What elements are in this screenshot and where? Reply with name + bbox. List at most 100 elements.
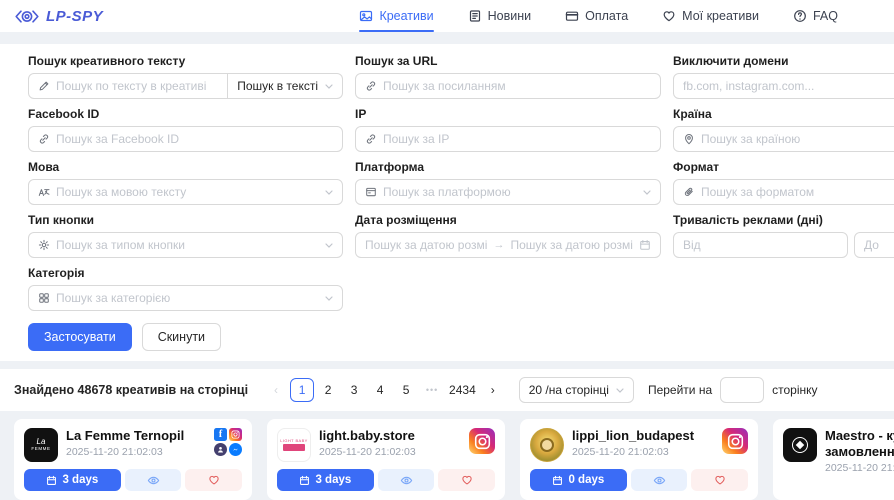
brand-name: LP-SPY (46, 8, 103, 25)
field-label: Країна (673, 107, 894, 121)
eye-icon (147, 474, 160, 487)
filter-country: Країна (673, 107, 894, 152)
days-button[interactable]: 3 days (277, 469, 374, 491)
card-date: 2025-11-20 21:02:03 (825, 462, 894, 474)
filter-language: Мова (28, 160, 343, 205)
avatar (783, 428, 817, 462)
heart-icon (461, 474, 473, 486)
range-arrow-icon: → (494, 239, 505, 251)
duration-from-input[interactable] (683, 238, 838, 252)
field-label: Виключити домени (673, 54, 894, 68)
nav-item-creatives[interactable]: Креативи (359, 0, 433, 32)
heart-icon (208, 474, 220, 486)
filter-creative-text: Пошук креативного тексту Пошук в тексті (28, 54, 343, 99)
pagination: ‹ 1 2 3 4 5 ••• 2434 › (264, 378, 505, 402)
pagination-page-2434[interactable]: 2434 (446, 378, 479, 402)
creative-text-mode-select[interactable]: Пошук в тексті (228, 73, 343, 99)
duration-to-input[interactable] (864, 238, 894, 252)
reset-button[interactable]: Скинути (142, 323, 221, 351)
news-icon (468, 9, 482, 23)
question-circle-icon (793, 9, 807, 23)
button-type-input[interactable] (56, 238, 319, 252)
pagination-page-1[interactable]: 1 (290, 378, 314, 402)
country-input[interactable] (701, 132, 894, 146)
creative-card: lippi_lion_budapest 2025-11-20 21:02:03 … (520, 419, 758, 500)
brand-logo[interactable]: LP-SPY (14, 8, 103, 25)
facebook-id-input[interactable] (56, 132, 333, 146)
chevron-down-icon (325, 243, 333, 248)
nav-label: Креативи (379, 9, 433, 23)
section-divider-band (0, 361, 894, 369)
pagination-page-2[interactable]: 2 (316, 378, 340, 402)
nav-label: Оплата (585, 9, 628, 23)
view-button[interactable] (125, 469, 182, 491)
link-icon (365, 133, 377, 145)
creative-text-control (28, 73, 228, 99)
nav-label: Новини (488, 9, 532, 23)
app-header: LP-SPY Креативи Новини (0, 0, 894, 32)
field-label: Дата розміщення (355, 213, 661, 227)
field-label: Мова (28, 160, 343, 174)
exclude-domains-input[interactable] (683, 79, 894, 93)
card-date: 2025-11-20 21:02:03 (572, 446, 714, 458)
platform-select[interactable] (355, 179, 661, 205)
platform-input[interactable] (383, 185, 637, 199)
url-input[interactable] (383, 79, 651, 93)
link-icon (38, 133, 50, 145)
field-label: Платформа (355, 160, 661, 174)
button-type-select[interactable] (28, 232, 343, 258)
filter-exclude-domains: Виключити домени (673, 54, 894, 99)
creative-text-mode-value: Пошук в тексті (237, 79, 318, 93)
favorite-button[interactable] (185, 469, 242, 491)
chevron-down-icon (325, 190, 333, 195)
language-select[interactable] (28, 179, 343, 205)
view-button[interactable] (378, 469, 435, 491)
page-size-select[interactable]: 20 /на сторінці (519, 377, 634, 403)
filter-format: Формат (673, 160, 894, 205)
language-input[interactable] (56, 185, 319, 199)
category-input[interactable] (56, 291, 319, 305)
favorite-button[interactable] (691, 469, 748, 491)
days-button[interactable]: 3 days (24, 469, 121, 491)
view-button[interactable] (631, 469, 688, 491)
instagram-icon (722, 428, 748, 454)
days-button[interactable]: 0 days (530, 469, 627, 491)
pagination-page-4[interactable]: 4 (368, 378, 392, 402)
filter-facebook-id: Facebook ID (28, 107, 343, 152)
nav-item-news[interactable]: Новини (468, 0, 532, 32)
gear-icon (38, 239, 50, 251)
image-icon (359, 9, 373, 23)
placement-date-to-input[interactable] (511, 238, 634, 252)
goto-page-input[interactable] (720, 377, 764, 403)
pagination-prev-button[interactable]: ‹ (264, 378, 288, 402)
placement-date-range-picker[interactable]: → (355, 232, 661, 258)
goto-prefix-label: Перейти на (648, 383, 712, 397)
filter-panel: Пошук креативного тексту Пошук в тексті … (0, 44, 894, 361)
social-icons: f (214, 428, 242, 462)
eye-logo-icon (14, 8, 40, 25)
heart-icon (662, 9, 676, 23)
category-select[interactable] (28, 285, 343, 311)
placement-date-from-input[interactable] (365, 238, 488, 252)
facebook-icon: f (214, 428, 227, 441)
calendar-icon (552, 475, 563, 486)
card-title: light.baby.store (319, 428, 461, 444)
avatar-logo-bar (283, 444, 305, 451)
pencil-icon (38, 80, 50, 92)
ip-input[interactable] (383, 132, 651, 146)
apply-button[interactable]: Застосувати (28, 323, 132, 351)
field-label: Тривалість реклами (дні) (673, 213, 894, 227)
creative-text-input[interactable] (56, 79, 218, 93)
field-label: Категорія (28, 266, 343, 280)
format-input[interactable] (701, 185, 894, 199)
pagination-page-3[interactable]: 3 (342, 378, 366, 402)
nav-item-my-creatives[interactable]: Мої креативи (662, 0, 759, 32)
nav-label: Мої креативи (682, 9, 759, 23)
nav-item-payment[interactable]: Оплата (565, 0, 628, 32)
pagination-next-button[interactable]: › (481, 378, 505, 402)
nav-item-faq[interactable]: FAQ (793, 0, 838, 32)
favorite-button[interactable] (438, 469, 495, 491)
creative-card: LIGHT BABY light.baby.store 2025-11-20 2… (267, 419, 505, 500)
pagination-page-5[interactable]: 5 (394, 378, 418, 402)
results-bar: Знайдено 48678 креативів на сторінці ‹ 1… (0, 369, 894, 411)
